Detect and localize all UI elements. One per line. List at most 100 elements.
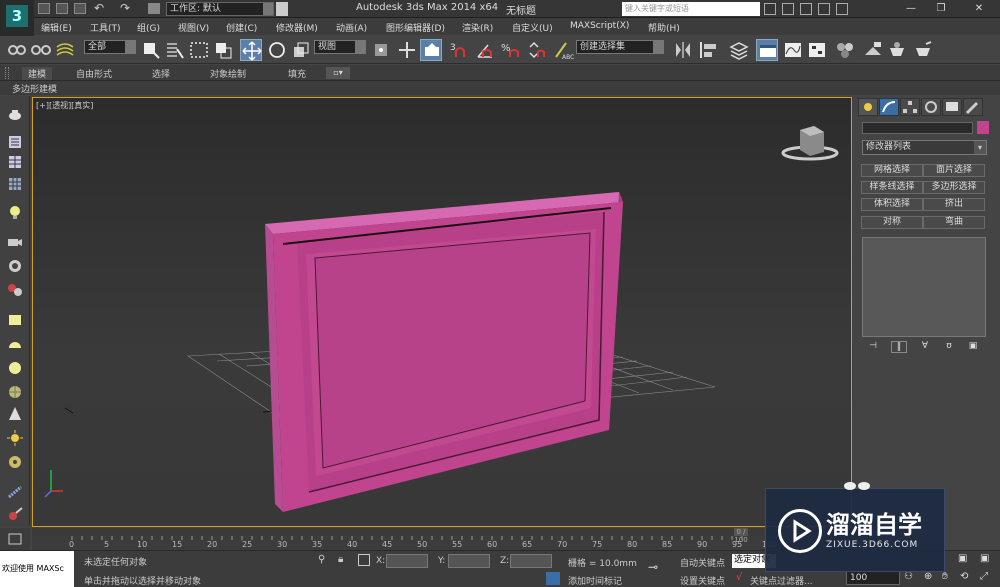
redo-icon[interactable]: ↷ — [120, 1, 130, 15]
time-slider-track[interactable]: 0 / 100 — [32, 528, 852, 544]
polygon-modeling-panel-label[interactable]: 多边形建模 — [12, 82, 57, 95]
isolate-selection-icon[interactable]: ⚲ — [318, 554, 325, 565]
layer-manager-icon[interactable] — [728, 39, 750, 61]
menu-create[interactable]: 创建(C) — [226, 21, 257, 34]
menu-group[interactable]: 组(G) — [137, 21, 160, 34]
create-tab-icon[interactable] — [858, 98, 878, 116]
pin-stack-icon[interactable]: ⊣ — [865, 341, 881, 353]
make-unique-icon[interactable]: ∀ — [917, 341, 933, 353]
key-filters-button[interactable]: 关键点过滤器... — [750, 574, 813, 587]
zoom-icon[interactable]: ⊕ — [924, 571, 932, 582]
select-and-scale-icon[interactable] — [290, 39, 312, 61]
time-slider[interactable]: 0 / 100 0 5 10 15 20 25 30 35 40 45 50 5… — [32, 528, 852, 550]
set-key-button[interactable]: 设置关键点 — [680, 574, 725, 587]
schematic-view-icon[interactable] — [806, 39, 828, 61]
reference-coordinate-dropdown[interactable]: 视图 — [314, 40, 366, 54]
ribbon-options-button[interactable]: ▫▾ — [326, 67, 350, 79]
bind-space-warp-icon[interactable] — [54, 39, 76, 61]
teapot-icon[interactable] — [6, 106, 24, 122]
extrude-button[interactable]: 挤出 — [923, 198, 985, 211]
utilities-tab-icon[interactable] — [963, 98, 983, 116]
symmetry-button[interactable]: 对称 — [861, 216, 923, 229]
time-slider-thumb[interactable]: 0 / 100 — [734, 528, 748, 544]
select-and-move-icon[interactable] — [240, 39, 262, 61]
open-file-icon[interactable] — [56, 3, 68, 14]
menu-modifiers[interactable]: 修改器(M) — [276, 21, 318, 34]
torus-icon[interactable] — [6, 454, 24, 470]
rect-select-region-icon[interactable] — [188, 39, 210, 61]
table-panel-icon[interactable] — [6, 154, 24, 170]
film-reel-icon[interactable] — [6, 282, 24, 298]
cone-icon[interactable] — [6, 406, 24, 422]
object-color-swatch[interactable] — [977, 121, 989, 134]
star-icon[interactable] — [800, 3, 812, 15]
modifier-stack[interactable] — [862, 237, 986, 337]
paint-icon[interactable] — [6, 506, 24, 522]
align-icon[interactable] — [698, 39, 720, 61]
modify-tab-icon[interactable] — [879, 98, 899, 116]
snaps-toggle-icon[interactable]: 3 — [448, 39, 470, 61]
select-by-name-icon[interactable] — [164, 39, 186, 61]
restore-button[interactable]: ❐ — [926, 2, 956, 16]
window-crossing-icon[interactable] — [212, 39, 234, 61]
configure-modifier-sets-icon[interactable]: ▣ — [965, 341, 981, 353]
selection-filter-dropdown[interactable]: 全部 — [84, 40, 136, 54]
poly-select-button[interactable]: 多边形选择 — [923, 181, 985, 194]
key-icon[interactable] — [818, 3, 830, 15]
sphere-icon[interactable] — [6, 360, 24, 376]
menu-edit[interactable]: 编辑(E) — [41, 21, 72, 34]
display-tab-icon[interactable] — [942, 98, 962, 116]
menu-customize[interactable]: 自定义(U) — [512, 21, 553, 34]
unlink-icon[interactable] — [30, 39, 52, 61]
particle-icon[interactable] — [6, 484, 24, 500]
time-config-icon[interactable]: ⚇ — [904, 571, 913, 582]
absolute-mode-icon[interactable] — [358, 554, 370, 566]
helper-icon[interactable] — [6, 258, 24, 274]
set-key-icon[interactable]: ⊸ — [648, 560, 658, 574]
angle-snap-icon[interactable] — [474, 39, 496, 61]
save-file-icon[interactable] — [74, 3, 86, 14]
patch-select-button[interactable]: 面片选择 — [923, 164, 985, 177]
x-coordinate-field[interactable] — [386, 554, 428, 568]
camera-icon[interactable] — [6, 234, 24, 250]
geosphere-icon[interactable] — [6, 384, 24, 400]
ribbon-toggle-icon[interactable] — [756, 39, 778, 61]
keyboard-shortcut-override-icon[interactable] — [420, 39, 442, 61]
spinner-snap-icon[interactable] — [526, 39, 548, 61]
mirror-icon[interactable] — [672, 39, 694, 61]
select-and-rotate-icon[interactable] — [266, 39, 288, 61]
remove-modifier-icon[interactable]: ʊ — [941, 341, 957, 353]
lock-icon[interactable]: 🔒︎ — [338, 554, 343, 565]
undo-icon[interactable]: ↶ — [94, 1, 104, 15]
menu-help[interactable]: 帮助(H) — [648, 21, 680, 34]
tab-modeling[interactable]: 建模 — [22, 67, 53, 80]
current-frame-field[interactable]: 100 — [846, 571, 900, 585]
menu-animation[interactable]: 动画(A) — [336, 21, 367, 34]
light-bulb-icon[interactable] — [6, 204, 24, 220]
binoculars-icon[interactable] — [764, 3, 776, 15]
render-setup-icon[interactable] — [862, 39, 884, 61]
curve-editor-icon[interactable] — [782, 39, 804, 61]
viewcube-icon[interactable] — [781, 126, 839, 161]
auto-key-button[interactable]: 自动关键点 — [680, 556, 725, 569]
list-panel-icon[interactable] — [6, 134, 24, 150]
hold-icon[interactable] — [148, 3, 160, 14]
tab-freeform[interactable]: 自由形式 — [76, 67, 112, 80]
manipulate-icon[interactable] — [396, 39, 418, 61]
material-editor-icon[interactable] — [834, 39, 856, 61]
perspective-viewport[interactable]: [+][透视][真实] — [32, 97, 852, 527]
rendered-frame-window-icon[interactable] — [886, 39, 908, 61]
maximize-viewport-icon[interactable]: ⤢ — [980, 571, 988, 582]
maxscript-listener[interactable]: 欢迎使用 MAXSc — [0, 551, 74, 587]
motion-tab-icon[interactable] — [921, 98, 941, 116]
menu-graph-editors[interactable]: 图形编辑器(D) — [386, 21, 445, 34]
app-logo-button[interactable]: 3 — [0, 0, 34, 36]
object-name-field[interactable] — [862, 122, 973, 134]
window-menu-icon[interactable] — [276, 2, 288, 16]
add-time-tag[interactable]: 添加时间标记 — [568, 574, 622, 587]
help-icon[interactable] — [836, 3, 848, 15]
show-end-result-icon[interactable]: ‖ — [891, 341, 907, 353]
sun-icon[interactable] — [6, 430, 24, 446]
menu-maxscript[interactable]: MAXScript(X) — [570, 21, 629, 31]
zoom-extents-icon[interactable]: ▣ — [958, 553, 967, 564]
